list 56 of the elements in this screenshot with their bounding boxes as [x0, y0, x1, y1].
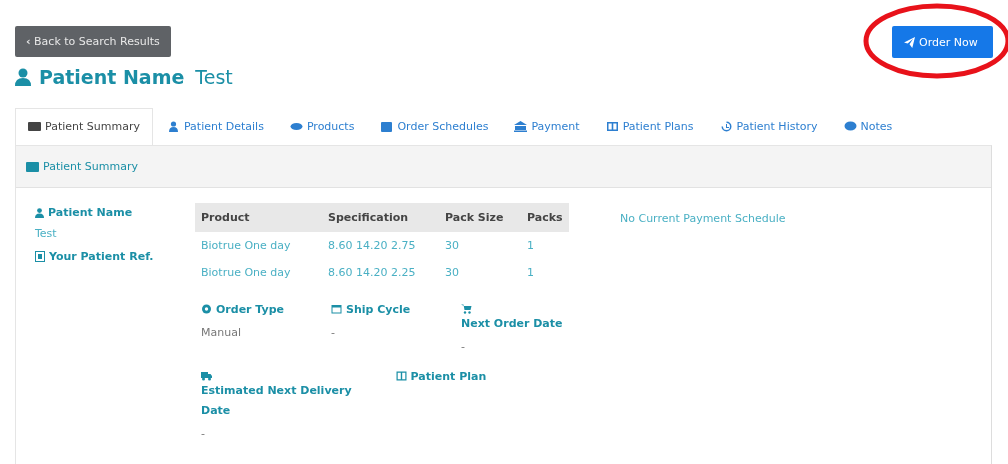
column-header: Specification — [322, 203, 439, 232]
table-cell-text: 1 — [526, 265, 535, 281]
heading-label: Patient Name — [39, 66, 185, 88]
gear-icon — [201, 304, 212, 314]
column-header: Packs — [521, 203, 569, 232]
tab[interactable]: Products — [277, 108, 367, 145]
tab[interactable]: Patient History — [707, 108, 830, 145]
heading-value: Test — [195, 66, 233, 88]
order-now-button[interactable]: Order Now — [892, 26, 993, 58]
field-label: Patient Plan — [410, 370, 487, 383]
calendar-icon — [331, 304, 342, 314]
field-value: - — [461, 340, 466, 353]
tab-icon — [289, 120, 303, 132]
cart-icon — [461, 304, 472, 314]
field-label: Order Type — [216, 303, 285, 316]
back-button[interactable]: ‹ Back to Search Results — [15, 26, 171, 57]
tab-icon — [28, 121, 41, 132]
tab-icon — [514, 120, 528, 132]
contact-card-icon — [35, 251, 45, 262]
table-cell: Biotrue One day — [195, 232, 322, 259]
table-cell-text: Biotrue One day — [200, 265, 292, 281]
tab-icon — [605, 120, 619, 132]
table-cell: 8.60 14.20 2.75 — [322, 232, 439, 259]
field-value: - — [331, 326, 336, 339]
field-label: Ship Cycle — [346, 303, 411, 316]
field-label: Your Patient Ref. — [49, 250, 154, 263]
tab[interactable]: Patient Summary — [15, 108, 153, 145]
columns-icon — [395, 371, 407, 381]
field-value: Test — [35, 227, 58, 240]
tab[interactable]: Patient Plans — [593, 108, 706, 145]
field-label: Patient Name — [48, 206, 133, 219]
tab[interactable]: Payment — [502, 108, 592, 145]
tab-icon — [843, 120, 857, 132]
tab[interactable]: Patient Details — [154, 108, 276, 145]
tab-icon — [166, 120, 180, 132]
truck-icon — [201, 371, 212, 381]
tab[interactable]: Notes — [831, 108, 905, 145]
user-icon — [35, 207, 44, 218]
field-value: Manual — [201, 326, 242, 339]
user-icon — [15, 68, 31, 86]
id-card-icon — [26, 161, 39, 172]
panel-title: Patient Summary — [43, 160, 138, 173]
table-cell-text: 8.60 14.20 2.25 — [327, 265, 417, 281]
field-label: Estimated Next Delivery Date — [201, 384, 352, 417]
table-cell-text: 30 — [444, 265, 460, 281]
column-header: Product — [195, 203, 322, 232]
payment-note: No Current Payment Schedule — [620, 212, 786, 227]
tab-icon — [719, 120, 733, 132]
column-header: Pack Size — [439, 203, 521, 232]
table-cell: 1 — [521, 232, 569, 259]
tab-icon — [380, 120, 394, 132]
table-cell: 30 — [439, 232, 521, 259]
paper-plane-icon — [904, 36, 915, 48]
field-label: Next Order Date — [461, 317, 563, 330]
tab[interactable]: Order Schedules — [368, 108, 501, 145]
field-value: - — [201, 427, 206, 440]
